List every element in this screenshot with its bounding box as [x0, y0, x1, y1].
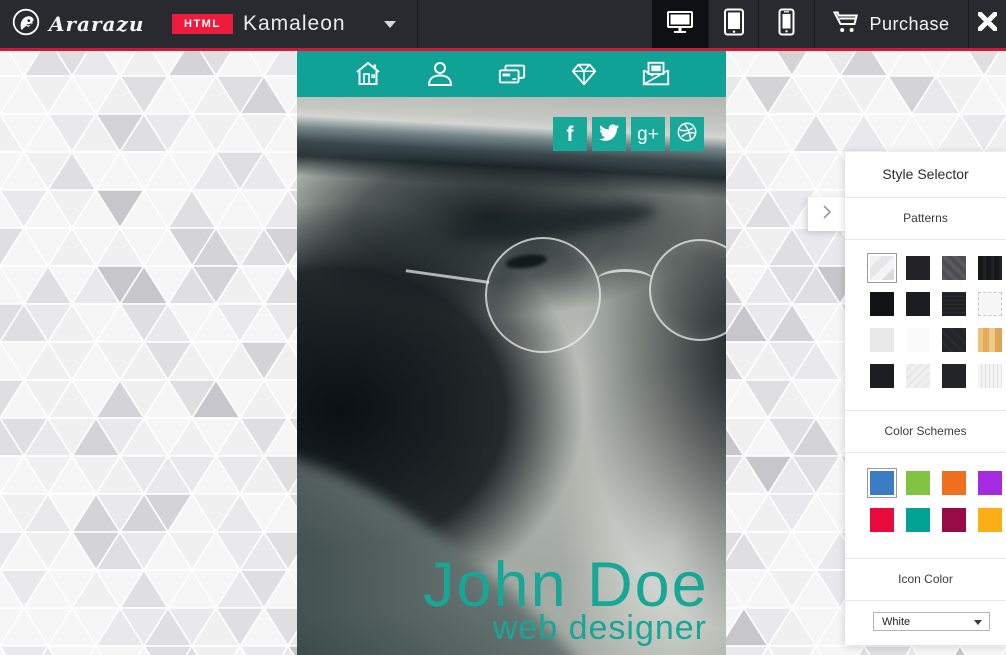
hero-photo: f g+ John Doe: [297, 97, 726, 655]
pattern-swatch-light-texture[interactable]: [906, 364, 930, 388]
close-icon: [978, 12, 997, 36]
patterns-grid: [870, 256, 1006, 388]
divider: [845, 239, 1006, 240]
color-swatch-green[interactable]: [906, 471, 930, 495]
pattern-swatch-black-noise[interactable]: [978, 256, 1002, 280]
logo[interactable]: Ararazu: [12, 0, 144, 48]
divider: [845, 600, 1006, 601]
pattern-swatch-dark-diagonal[interactable]: [942, 328, 966, 352]
icon-color-value: White: [874, 616, 910, 628]
accent-line: [0, 48, 1006, 51]
html-badge: HTML: [172, 14, 233, 34]
icon-color-label: Icon Color: [845, 559, 1006, 600]
color-schemes-label: Color Schemes: [845, 411, 1006, 452]
color-swatch-orange[interactable]: [942, 471, 966, 495]
chevron-down-icon[interactable]: [384, 21, 396, 28]
purchase-button[interactable]: Purchase: [815, 0, 968, 48]
patterns-label: Patterns: [845, 198, 1006, 239]
color-swatch-red[interactable]: [870, 508, 894, 532]
glasses-lens: [485, 237, 601, 353]
site-navbar: [297, 51, 726, 97]
caret-down-icon: [974, 620, 982, 625]
pattern-swatch-white-dashed[interactable]: [978, 292, 1002, 316]
pattern-swatch-dark-texture[interactable]: [906, 292, 930, 316]
color-swatch-maroon[interactable]: [942, 508, 966, 532]
divider: [845, 452, 1006, 453]
preview-topbar: Ararazu HTML Kamaleon: [0, 0, 1006, 48]
facebook-icon: f: [567, 124, 574, 145]
icon-color-select[interactable]: White: [873, 612, 990, 631]
color-swatch-yellow[interactable]: [978, 508, 1002, 532]
portfolio-icon[interactable]: [569, 59, 599, 89]
pattern-swatch-light-triangles[interactable]: [870, 256, 894, 280]
pattern-swatch-dark-maze[interactable]: [870, 364, 894, 388]
dribbble-button[interactable]: [670, 117, 704, 151]
pattern-swatch-dark-solid[interactable]: [906, 256, 930, 280]
twitter-button[interactable]: [592, 117, 626, 151]
color-swatch-teal[interactable]: [906, 508, 930, 532]
divider: [417, 0, 418, 48]
glasses-lens: [649, 239, 726, 341]
dribbble-icon: [676, 121, 698, 148]
pattern-swatch-light-vert-stripes[interactable]: [978, 364, 1002, 388]
cart-icon: [833, 10, 858, 39]
home-icon[interactable]: [353, 59, 383, 89]
theme-preview-frame: f g+ John Doe: [297, 51, 726, 655]
style-selector-panel: Style Selector Patterns Color Schemes Ic…: [845, 152, 1006, 645]
chevron-right-icon: [820, 203, 834, 226]
panel-title: Style Selector: [845, 152, 1006, 197]
pattern-swatch-white-subtle[interactable]: [906, 328, 930, 352]
desktop-icon: [666, 9, 694, 40]
pattern-swatch-gray-checker[interactable]: [942, 256, 966, 280]
google-plus-icon: g+: [637, 125, 659, 144]
color-swatch-blue[interactable]: [870, 471, 894, 495]
logo-text: Ararazu: [49, 12, 144, 36]
close-preview-button[interactable]: [969, 0, 1006, 48]
facebook-button[interactable]: f: [553, 117, 587, 151]
mail-icon[interactable]: [641, 59, 671, 89]
hero-role: web designer: [493, 609, 707, 648]
pattern-swatch-light-floral[interactable]: [870, 328, 894, 352]
panel-collapse-tab[interactable]: [808, 197, 845, 231]
glasses-bridge: [597, 269, 653, 291]
cards-icon[interactable]: [497, 59, 527, 89]
color-swatch-purple[interactable]: [978, 471, 1002, 495]
pattern-swatch-wood-tan[interactable]: [978, 328, 1002, 352]
mobile-icon: [778, 8, 795, 41]
tablet-icon: [723, 8, 745, 41]
tablet-view-button[interactable]: [709, 0, 758, 48]
google-plus-button[interactable]: g+: [631, 117, 665, 151]
twitter-icon: [598, 121, 620, 148]
bird-logo-icon: [12, 8, 40, 41]
mobile-view-button[interactable]: [759, 0, 814, 48]
color-schemes-grid: [870, 471, 1006, 532]
profile-icon[interactable]: [425, 59, 455, 89]
pattern-swatch-dark-greek[interactable]: [942, 364, 966, 388]
purchase-label: Purchase: [869, 14, 949, 35]
pattern-swatch-black-weave[interactable]: [870, 292, 894, 316]
theme-name-dropdown[interactable]: Kamaleon: [243, 12, 346, 36]
pattern-swatch-dark-stripes[interactable]: [942, 292, 966, 316]
desktop-view-button[interactable]: [652, 0, 708, 48]
glasses-temple: [405, 269, 490, 291]
social-links: f g+: [553, 117, 704, 151]
